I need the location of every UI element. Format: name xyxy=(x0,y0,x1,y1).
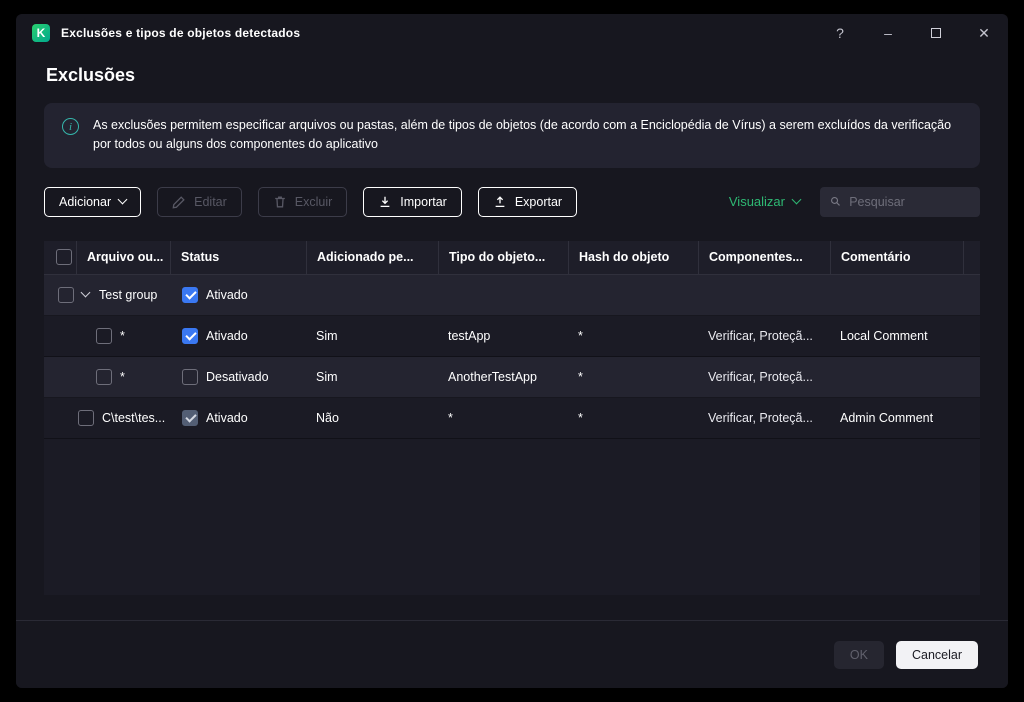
exclusions-table: Arquivo ou... Status Adicionado pe... Ti… xyxy=(44,240,980,595)
help-button[interactable]: ? xyxy=(832,25,848,41)
components: Verificar, Proteçã... xyxy=(708,328,813,343)
table-row[interactable]: C\test\tes... Ativado Não * * Verificar,… xyxy=(44,397,980,439)
import-icon xyxy=(380,196,390,207)
export-icon xyxy=(495,196,505,207)
window-title: Exclusões e tipos de objetos detectados xyxy=(61,26,301,40)
kaspersky-logo-icon: K xyxy=(32,24,50,42)
status-label: Ativado xyxy=(206,410,248,425)
row-checkbox[interactable] xyxy=(96,327,112,344)
object-hash: * xyxy=(578,328,583,343)
group-name: Test group xyxy=(99,287,158,302)
object-type: testApp xyxy=(448,328,491,343)
table-group-row[interactable]: Test group Ativado xyxy=(44,274,980,316)
object-type: AnotherTestApp xyxy=(448,369,537,384)
footer: OK Cancelar xyxy=(16,620,1008,688)
status-label: Ativado xyxy=(206,328,248,343)
components: Verificar, Proteçã... xyxy=(708,369,813,384)
scrollbar-gutter xyxy=(963,240,980,274)
info-banner: i As exclusões permitem especificar arqu… xyxy=(44,103,980,168)
page-title: Exclusões xyxy=(46,65,136,85)
status-checkbox[interactable] xyxy=(182,327,198,344)
file-path: * xyxy=(120,369,125,384)
file-path: C\test\tes... xyxy=(102,410,166,425)
maximize-icon xyxy=(931,28,941,38)
ok-button[interactable]: OK xyxy=(833,640,884,669)
status-checkbox[interactable] xyxy=(182,286,198,303)
column-header-file[interactable]: Arquivo ou... xyxy=(76,240,170,274)
added-by: Não xyxy=(316,410,339,425)
search-box[interactable] xyxy=(820,186,980,217)
expand-chevron-icon[interactable] xyxy=(80,287,91,298)
table-header: Arquivo ou... Status Adicionado pe... Ti… xyxy=(44,240,980,275)
maximize-button[interactable] xyxy=(928,25,944,41)
row-checkbox[interactable] xyxy=(96,368,112,385)
column-header-added-by[interactable]: Adicionado pe... xyxy=(306,240,438,274)
column-header-status[interactable]: Status xyxy=(170,240,306,274)
import-button[interactable]: Importar xyxy=(363,186,462,217)
status-label: Desativado xyxy=(206,369,269,384)
add-button[interactable]: Adicionar xyxy=(44,186,142,217)
export-button[interactable]: Exportar xyxy=(477,186,578,217)
status-checkbox[interactable] xyxy=(182,409,198,426)
chevron-down-icon xyxy=(117,194,128,205)
status-checkbox[interactable] xyxy=(182,368,198,385)
status-label: Ativado xyxy=(206,287,248,302)
view-dropdown[interactable]: Visualizar xyxy=(729,194,802,209)
cancel-button[interactable]: Cancelar xyxy=(895,640,978,669)
search-icon xyxy=(831,197,840,207)
titlebar-controls: ? – ✕ xyxy=(832,25,992,41)
chevron-down-icon xyxy=(791,194,802,205)
delete-button[interactable]: Excluir xyxy=(257,186,348,217)
info-text: As exclusões permitem especificar arquiv… xyxy=(93,118,952,152)
components: Verificar, Proteçã... xyxy=(708,410,813,425)
trash-icon xyxy=(274,196,285,208)
search-input[interactable] xyxy=(849,194,970,209)
object-hash: * xyxy=(578,369,583,384)
added-by: Sim xyxy=(316,369,338,384)
titlebar: K Exclusões e tipos de objetos detectado… xyxy=(16,14,1008,52)
edit-button[interactable]: Editar xyxy=(157,186,242,217)
column-header-object-type[interactable]: Tipo do objeto... xyxy=(438,240,568,274)
pencil-icon xyxy=(172,196,185,209)
column-header-hash[interactable]: Hash do objeto xyxy=(568,240,698,274)
row-checkbox[interactable] xyxy=(58,286,74,303)
info-icon: i xyxy=(62,118,79,135)
table-row[interactable]: * Ativado Sim testApp * Verificar, Prote… xyxy=(44,315,980,357)
comment: Admin Comment xyxy=(840,410,934,425)
minimize-button[interactable]: – xyxy=(880,25,896,41)
object-type: * xyxy=(448,410,453,425)
column-header-components[interactable]: Componentes... xyxy=(698,240,830,274)
added-by: Sim xyxy=(316,328,338,343)
table-row[interactable]: * Desativado Sim AnotherTestApp * Verifi… xyxy=(44,356,980,398)
file-path: * xyxy=(120,328,125,343)
select-all-checkbox[interactable] xyxy=(56,249,72,266)
toolbar: Adicionar Editar Excluir Importar Export… xyxy=(44,186,980,217)
object-hash: * xyxy=(578,410,583,425)
close-button[interactable]: ✕ xyxy=(976,25,992,41)
app-window: K Exclusões e tipos de objetos detectado… xyxy=(16,14,1008,688)
comment: Local Comment xyxy=(840,328,928,343)
column-header-comment[interactable]: Comentário xyxy=(830,240,963,274)
row-checkbox[interactable] xyxy=(78,409,94,426)
